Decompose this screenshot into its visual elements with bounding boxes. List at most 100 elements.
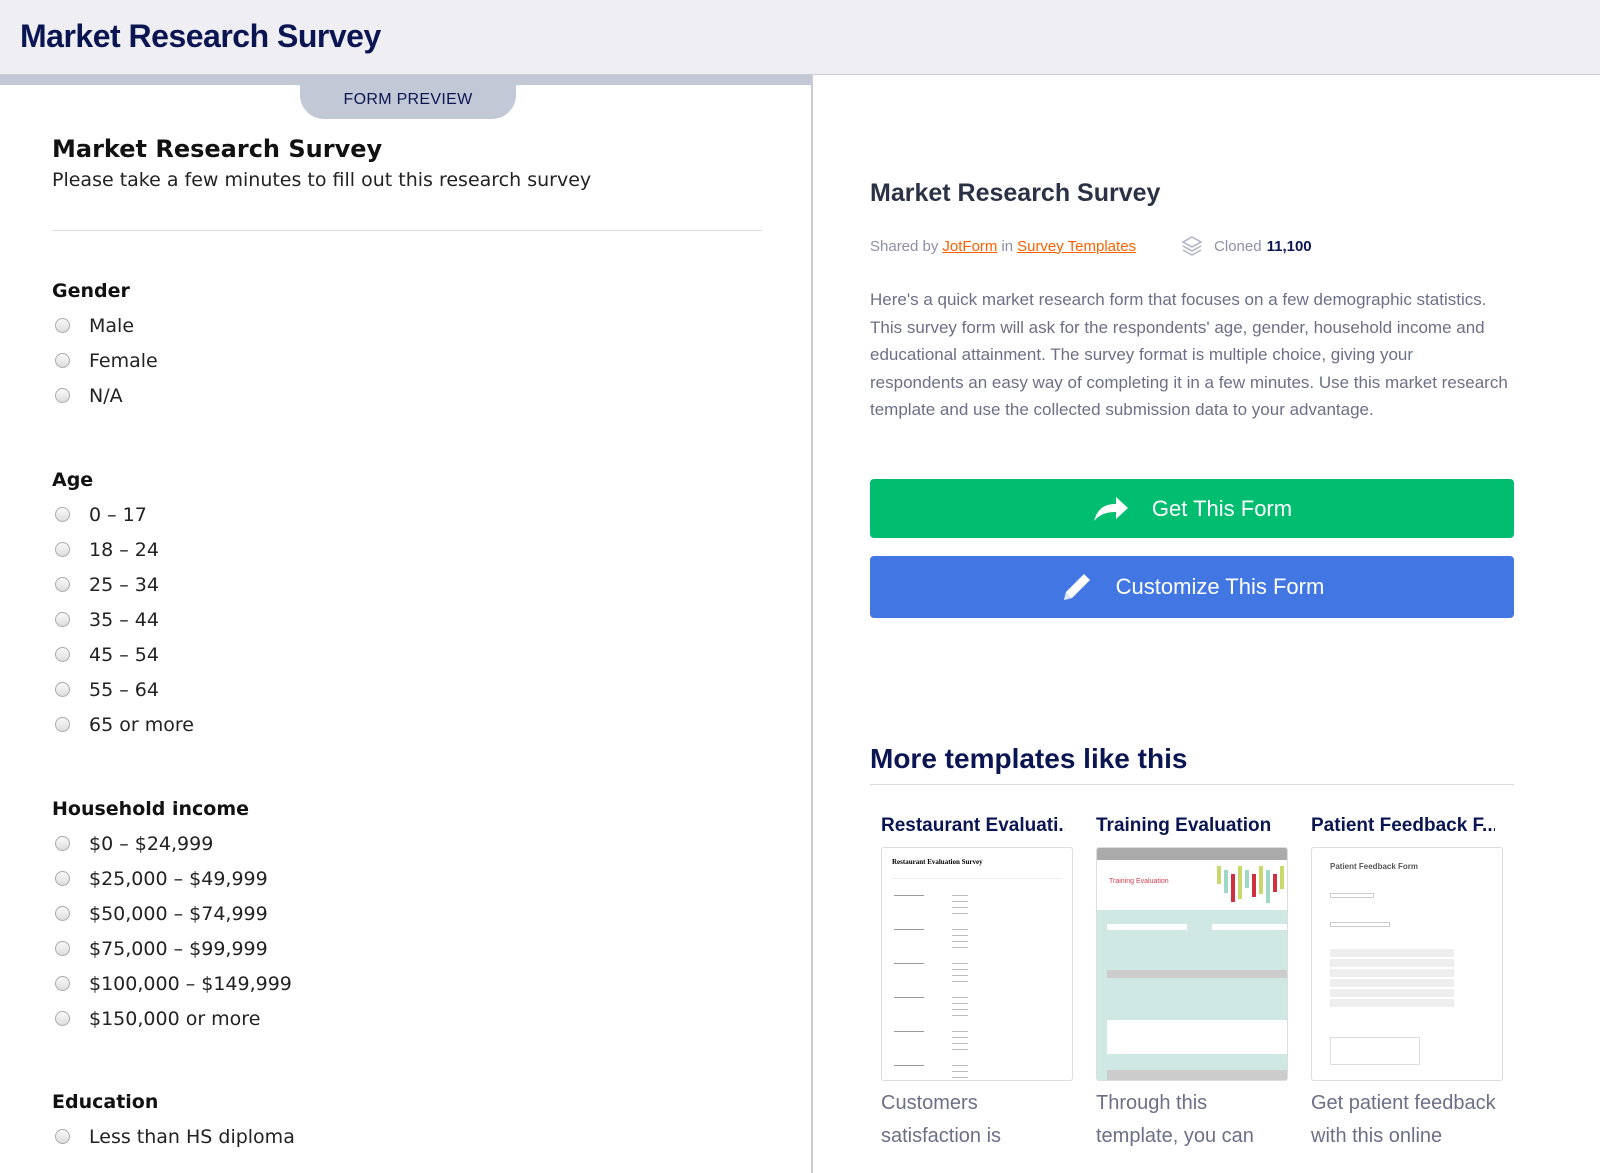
template-title: Market Research Survey [870,179,1161,207]
radio-button[interactable] [55,612,70,627]
radio-button[interactable] [55,976,70,991]
radio-button[interactable] [55,836,70,851]
radio-button[interactable] [55,1011,70,1026]
radio-button[interactable] [55,353,70,368]
radio-option[interactable]: 35 – 44 [52,602,194,637]
customize-button-label: Customize This Form [1115,574,1325,599]
option-label: $100,000 – $149,999 [89,972,292,995]
author-link[interactable]: JotForm [942,238,997,255]
radio-option[interactable]: $75,000 – $99,999 [52,931,292,966]
description-line: satisfaction is [881,1125,1002,1147]
pencil-icon [1063,574,1090,600]
template-details-panel: Market Research Survey Shared by JotForm… [815,75,1600,1173]
radio-button[interactable] [55,871,70,886]
more-templates-heading: More templates like this [870,743,1188,774]
description-line: Customers [881,1092,978,1114]
option-label: $25,000 – $49,999 [89,867,268,890]
option-label: $50,000 – $74,999 [89,902,268,925]
template-card[interactable]: Patient Feedback F... Patient Feedback Fo… [1300,815,1503,1153]
radio-button[interactable] [55,941,70,956]
option-label: Female [89,349,158,372]
template-card-title[interactable]: Restaurant Evaluati... [870,815,1065,837]
description-line: template, you can [1096,1125,1254,1147]
question-label: Education [52,1091,159,1113]
customize-this-form-button[interactable]: Customize This Form [870,556,1514,618]
tab-form-preview[interactable]: FORM PREVIEW [300,83,516,119]
option-label: Male [89,314,135,337]
template-card[interactable]: Restaurant Evaluati... Restaurant Evaluat… [870,815,1073,1153]
radio-button[interactable] [55,682,70,697]
radio-button[interactable] [55,1129,70,1144]
radio-button[interactable] [55,542,70,557]
shared-by-label: Shared by [870,237,939,255]
radio-option[interactable]: $100,000 – $149,999 [52,966,292,1001]
app-header: Market Research Survey [0,0,1600,75]
radio-option[interactable]: Male [52,308,158,343]
description-line: Through this [1096,1092,1208,1114]
radio-button[interactable] [55,388,70,403]
radio-option[interactable]: $50,000 – $74,999 [52,896,292,931]
get-button-label: Get This Form [1151,495,1293,521]
question-label: Gender [52,280,130,302]
radio-button[interactable] [55,507,70,522]
form-subtitle: Please take a few minutes to fill out th… [52,169,592,191]
option-label: 18 – 24 [89,538,159,561]
radio-option[interactable]: 0 – 17 [52,497,194,532]
template-card-description: Through this template, you can [1085,1087,1280,1153]
option-label: 45 – 54 [89,643,159,666]
layers-icon [1181,236,1203,256]
radio-button[interactable] [55,906,70,921]
description-line: Get patient feedback [1311,1092,1496,1114]
radio-option[interactable]: $0 – $24,999 [52,826,292,861]
thumb-title: Restaurant Evaluation Survey [892,858,983,866]
radio-button[interactable] [55,647,70,662]
option-label: 0 – 17 [89,503,147,526]
cloned-count: 11,100 [1266,237,1312,255]
option-label: $150,000 or more [89,1007,261,1030]
category-link[interactable]: Survey Templates [1017,238,1136,255]
thumb-title: Patient Feedback Form [1330,862,1419,871]
in-label: in [1001,237,1014,255]
description-line: with this online [1311,1125,1443,1147]
radio-option[interactable]: 18 – 24 [52,532,194,567]
radio-option[interactable]: 45 – 54 [52,637,194,672]
template-thumbnail[interactable]: Patient Feedback Form [1311,847,1503,1081]
option-label: 65 or more [89,713,194,736]
question-education: Education Less than HS diploma [52,1091,295,1154]
option-label: $0 – $24,999 [89,832,214,855]
template-card[interactable]: Training Evaluation Training Evaluation Th… [1085,815,1288,1153]
radio-button[interactable] [55,318,70,333]
radio-option[interactable]: $25,000 – $49,999 [52,861,292,896]
radio-option[interactable]: $150,000 or more [52,1001,292,1036]
radio-option[interactable]: 55 – 64 [52,672,194,707]
option-label: 35 – 44 [89,608,159,631]
page-title: Market Research Survey [20,18,381,54]
radio-button[interactable] [55,717,70,732]
divider [870,784,1514,785]
radio-button[interactable] [55,577,70,592]
share-arrow-icon [1093,496,1128,521]
option-label: N/A [89,384,123,407]
question-label: Age [52,469,94,491]
template-description: Here's a quick market research form that… [870,290,1508,419]
form-preview-panel: FORM PREVIEW Market Research Survey Plea… [0,75,813,1173]
template-thumbnail[interactable]: Training Evaluation [1096,847,1288,1081]
radio-option[interactable]: N/A [52,378,158,413]
template-meta: Shared by JotForm in Survey Templates Cl… [870,234,1312,258]
radio-option[interactable]: 25 – 34 [52,567,194,602]
question-household-income: Household income $0 – $24,999 $25,000 – $4… [52,798,292,1036]
option-label: 25 – 34 [89,573,159,596]
divider [52,230,762,231]
template-card-title[interactable]: Patient Feedback F... [1300,815,1495,837]
thumb-title: Training Evaluation [1109,878,1169,885]
template-card-description: Customers satisfaction is [870,1087,1065,1153]
get-this-form-button[interactable]: Get This Form [870,479,1514,538]
template-thumbnail[interactable]: Restaurant Evaluation Survey [881,847,1073,1081]
cloned-label: Cloned [1214,237,1262,255]
radio-option[interactable]: Female [52,343,158,378]
radio-option[interactable]: Less than HS diploma [52,1119,295,1154]
template-card-title[interactable]: Training Evaluation [1085,815,1280,837]
radio-option[interactable]: 65 or more [52,707,194,742]
template-card-description: Get patient feedback with this online [1300,1087,1496,1153]
option-label: 55 – 64 [89,678,159,701]
